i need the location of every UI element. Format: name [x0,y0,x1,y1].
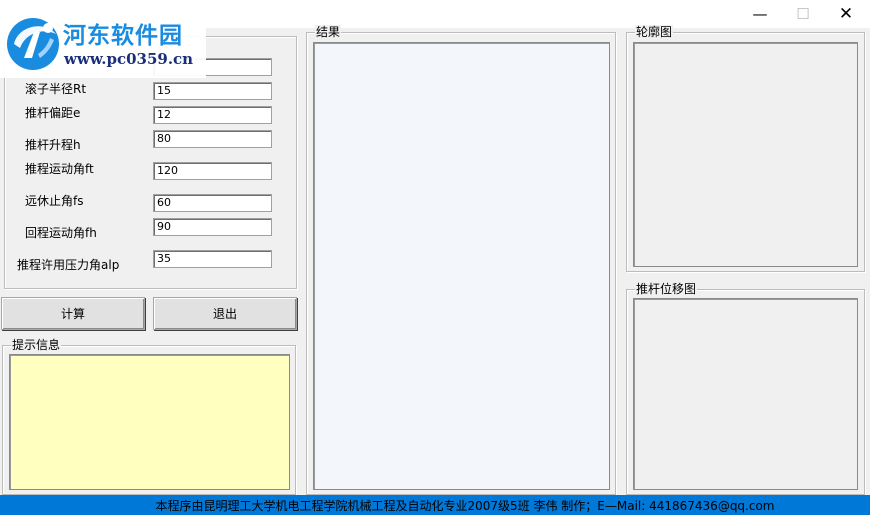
param-label-lift: 推杆升程h [25,138,81,152]
displacement-group-title: 推杆位移图 [635,282,698,296]
param-label-roller-radius: 滚子半径Rt [25,82,87,96]
hint-textarea[interactable] [9,354,290,490]
watermark-logo: 河东软件园 www.pc0359.cn [0,6,206,78]
status-text: 本程序由昆明理工大学机电工程学院机械工程及自动化专业2007级5班 李伟 制作；… [155,498,775,513]
close-button[interactable]: ✕ [824,0,868,28]
param-label-dwell-angle: 远休止角fs [25,194,84,208]
roller-radius-input[interactable]: 15 [153,82,272,100]
lift-input[interactable]: 80 [153,130,272,148]
minimize-button[interactable]: — [738,0,782,28]
result-group-title: 结果 [315,25,342,39]
param-label-offset: 推杆偏距e [25,106,81,120]
hint-group-title: 提示信息 [11,338,62,352]
result-textarea[interactable] [313,42,610,490]
logo-url: www.pc0359.cn [64,50,194,68]
status-bar: 本程序由昆明理工大学机电工程学院机械工程及自动化专业2007级5班 李伟 制作；… [0,495,870,515]
displacement-canvas [633,298,858,490]
param-label-pressure-angle: 推程许用压力角alp [17,258,120,272]
logo-title: 河东软件园 [63,22,183,49]
pressure-angle-input[interactable]: 35 [153,250,272,268]
logo-mark-icon [7,18,59,70]
exit-button[interactable]: 退出 [153,297,297,330]
compute-button[interactable]: 计算 [1,297,145,330]
rise-angle-input[interactable]: 120 [153,162,272,180]
return-angle-input[interactable]: 90 [153,218,272,236]
maximize-button[interactable]: ☐ [781,0,825,28]
maximize-icon: ☐ [796,5,810,23]
profile-group-title: 轮廓图 [635,25,674,39]
minimize-icon: — [752,5,768,23]
param-label-return-angle: 回程运动角fh [25,226,97,240]
dwell-angle-input[interactable]: 60 [153,194,272,212]
profile-canvas [633,42,858,267]
offset-input[interactable]: 12 [153,106,272,124]
close-icon: ✕ [838,4,854,24]
param-label-rise-angle: 推程运动角ft [25,162,94,176]
